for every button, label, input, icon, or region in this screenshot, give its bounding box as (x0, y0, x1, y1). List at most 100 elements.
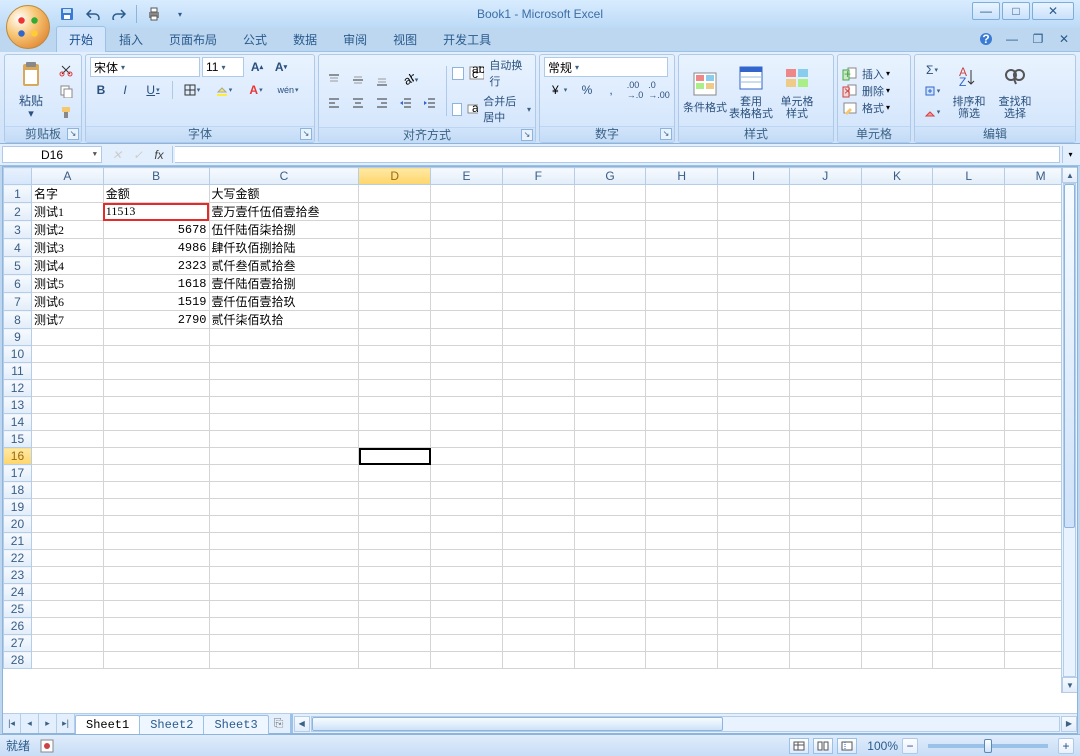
cell-G6[interactable] (574, 275, 646, 293)
cell-A9[interactable] (31, 329, 103, 346)
cell-I23[interactable] (718, 567, 790, 584)
cell-H21[interactable] (646, 533, 718, 550)
cell-F22[interactable] (502, 550, 574, 567)
cell-E21[interactable] (431, 533, 503, 550)
cell-C16[interactable] (209, 448, 359, 465)
cell-C13[interactable] (209, 397, 359, 414)
cell-D3[interactable] (359, 221, 431, 239)
sort-filter-button[interactable]: AZ 排序和 筛选 (947, 58, 991, 124)
cell-L28[interactable] (933, 652, 1005, 669)
cell-A28[interactable] (31, 652, 103, 669)
cell-A20[interactable] (31, 516, 103, 533)
cell-L2[interactable] (933, 203, 1005, 221)
cell-C24[interactable] (209, 584, 359, 601)
cell-D21[interactable] (359, 533, 431, 550)
orientation-button[interactable]: ab (395, 70, 425, 90)
phonetic-button[interactable]: wén (273, 80, 303, 100)
cell-J2[interactable] (789, 203, 861, 221)
ribbon-tab-1[interactable]: 插入 (106, 26, 156, 51)
cell-I15[interactable] (718, 431, 790, 448)
minimize-button[interactable]: — (972, 2, 1000, 20)
clipboard-launcher[interactable]: ↘ (67, 128, 79, 140)
cell-I4[interactable] (718, 239, 790, 257)
cell-J21[interactable] (789, 533, 861, 550)
cell-C27[interactable] (209, 635, 359, 652)
cell-K9[interactable] (861, 329, 933, 346)
expand-formula-icon[interactable]: ▾ (1062, 146, 1078, 163)
cell-H4[interactable] (646, 239, 718, 257)
office-button[interactable] (6, 5, 50, 49)
cell-H25[interactable] (646, 601, 718, 618)
cell-K24[interactable] (861, 584, 933, 601)
cell-K21[interactable] (861, 533, 933, 550)
cell-A10[interactable] (31, 346, 103, 363)
cell-L8[interactable] (933, 311, 1005, 329)
copy-icon[interactable] (55, 81, 77, 101)
cell-I3[interactable] (718, 221, 790, 239)
cell-F23[interactable] (502, 567, 574, 584)
enter-formula-icon[interactable]: ✓ (129, 146, 147, 164)
cell-C1[interactable]: 大写金额 (209, 185, 359, 203)
accounting-format-button[interactable]: ¥ (544, 80, 574, 100)
cell-A11[interactable] (31, 363, 103, 380)
conditional-format-button[interactable]: 条件格式 (683, 58, 727, 124)
align-middle-icon[interactable] (347, 70, 369, 90)
cell-B1[interactable]: 金额 (103, 185, 209, 203)
cell-H9[interactable] (646, 329, 718, 346)
cell-B6[interactable]: 1618 (103, 275, 209, 293)
row-header-19[interactable]: 19 (4, 499, 32, 516)
name-box[interactable]: D16 (2, 146, 102, 163)
cell-B28[interactable] (103, 652, 209, 669)
cell-A15[interactable] (31, 431, 103, 448)
cell-F19[interactable] (502, 499, 574, 516)
cell-I24[interactable] (718, 584, 790, 601)
row-header-17[interactable]: 17 (4, 465, 32, 482)
cell-K20[interactable] (861, 516, 933, 533)
increase-decimal-icon[interactable]: .00→.0 (624, 80, 646, 100)
cell-E28[interactable] (431, 652, 503, 669)
underline-button[interactable]: U (138, 80, 168, 100)
delete-cells-button[interactable]: ×删除 ▾ (842, 83, 890, 99)
cell-J10[interactable] (789, 346, 861, 363)
cell-C2[interactable]: 壹万壹仟伍佰壹拾叁 (209, 203, 359, 221)
cell-D2[interactable] (359, 203, 431, 221)
cell-K15[interactable] (861, 431, 933, 448)
cell-D14[interactable] (359, 414, 431, 431)
cell-I17[interactable] (718, 465, 790, 482)
cell-A22[interactable] (31, 550, 103, 567)
cell-styles-button[interactable]: 单元格 样式 (775, 58, 819, 124)
cell-E8[interactable] (431, 311, 503, 329)
cancel-formula-icon[interactable]: ✕ (108, 146, 126, 164)
cell-K6[interactable] (861, 275, 933, 293)
cell-I25[interactable] (718, 601, 790, 618)
cell-I26[interactable] (718, 618, 790, 635)
cell-H17[interactable] (646, 465, 718, 482)
cell-A25[interactable] (31, 601, 103, 618)
cell-A27[interactable] (31, 635, 103, 652)
col-header-H[interactable]: H (646, 168, 718, 185)
row-header-12[interactable]: 12 (4, 380, 32, 397)
cell-H15[interactable] (646, 431, 718, 448)
cell-K16[interactable] (861, 448, 933, 465)
cell-A1[interactable]: 名字 (31, 185, 103, 203)
align-right-icon[interactable] (371, 93, 393, 113)
cell-F25[interactable] (502, 601, 574, 618)
cell-D23[interactable] (359, 567, 431, 584)
cell-C3[interactable]: 伍仟陆佰柒拾捌 (209, 221, 359, 239)
cell-H12[interactable] (646, 380, 718, 397)
cell-G17[interactable] (574, 465, 646, 482)
cell-H16[interactable] (646, 448, 718, 465)
macro-record-icon[interactable] (40, 739, 54, 753)
cell-I5[interactable] (718, 257, 790, 275)
cell-A23[interactable] (31, 567, 103, 584)
cell-E3[interactable] (431, 221, 503, 239)
decrease-font-icon[interactable]: A▾ (270, 57, 292, 77)
font-size-select[interactable]: 11 (202, 57, 244, 77)
cell-K18[interactable] (861, 482, 933, 499)
cell-B8[interactable]: 2790 (103, 311, 209, 329)
cell-B25[interactable] (103, 601, 209, 618)
cell-A3[interactable]: 测试2 (31, 221, 103, 239)
cell-I16[interactable] (718, 448, 790, 465)
cell-F3[interactable] (502, 221, 574, 239)
page-layout-view-button[interactable] (813, 738, 833, 754)
